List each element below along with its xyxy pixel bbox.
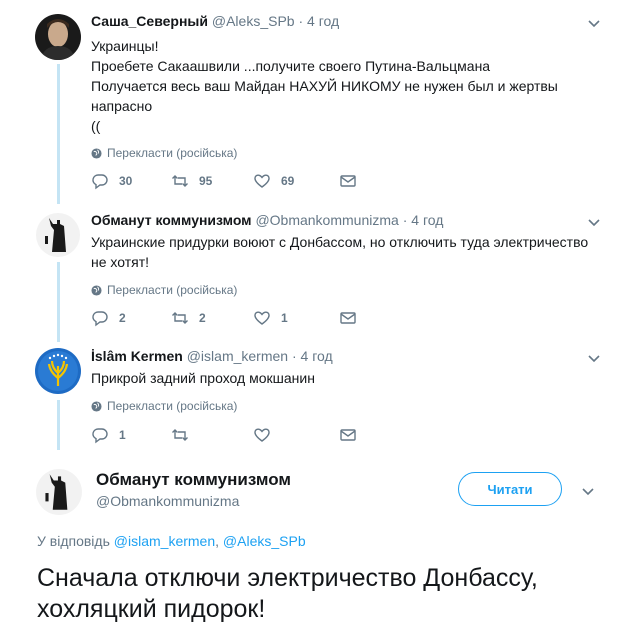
translate-link[interactable]: Перекласти (російська) (91, 146, 599, 160)
reply-button[interactable]: 1 (91, 426, 171, 444)
display-name[interactable]: Саша_Северный (91, 13, 208, 29)
reply-icon (92, 311, 108, 327)
reply-separator: , (215, 533, 220, 549)
retweet-count: 2 (199, 311, 206, 325)
tweet-text: Украинцы! Проебете Сакаашвили ...получит… (91, 36, 599, 136)
dm-button[interactable] (339, 426, 357, 444)
tweet-actions: 30 95 69 (91, 171, 357, 191)
tweet-line: Украинские придурки воюют с Донбассом, н… (91, 234, 589, 250)
dm-icon (340, 175, 356, 187)
dm-icon (340, 312, 356, 324)
tweet-line: не хотят! (91, 254, 150, 270)
like-button[interactable] (253, 426, 339, 444)
dm-button[interactable] (339, 172, 357, 190)
reply-prefix: У відповідь (37, 533, 110, 549)
tweet-line: Проебете Сакаашвили ...получите своего П… (91, 58, 491, 74)
reply-count: 30 (119, 174, 133, 188)
timestamp[interactable]: 4 год (411, 212, 443, 228)
reply-button[interactable]: 30 (91, 172, 171, 190)
translate-link[interactable]: Перекласти (російська) (91, 283, 599, 297)
tweet-text: Украинские придурки воюют с Донбассом, н… (91, 232, 599, 272)
chevron-down-icon[interactable] (581, 484, 595, 498)
like-icon (254, 428, 270, 442)
reply-icon (92, 174, 108, 190)
chevron-down-icon[interactable] (587, 351, 601, 365)
like-icon (254, 174, 270, 188)
translate-label: Перекласти (російська) (107, 399, 238, 413)
tweet-line: хохляцкий пидорок! (37, 595, 266, 623)
separator-dot: · (291, 348, 297, 364)
globe-icon (91, 284, 102, 296)
tweet-text: Прикрой задний проход мокшанин (91, 368, 599, 388)
tweet-line: напрасно (91, 98, 153, 114)
like-button[interactable]: 69 (253, 172, 339, 190)
chevron-down-icon[interactable] (587, 16, 601, 30)
user-handle[interactable]: @islam_kermen (187, 348, 288, 364)
tweet-actions: 1 (91, 425, 357, 445)
retweet-button[interactable]: 95 (171, 172, 253, 190)
retweet-icon (172, 429, 188, 441)
retweet-icon (172, 175, 188, 187)
display-name[interactable]: Обманут коммунизмом (96, 470, 291, 490)
globe-icon (91, 147, 102, 159)
retweet-count: 95 (199, 174, 213, 188)
tweet-header: Саша_Северный @Aleks_SPb · 4 год (91, 12, 599, 30)
display-name[interactable]: İslâm Kermen (91, 348, 183, 364)
retweet-button[interactable] (171, 426, 253, 444)
dm-icon (340, 429, 356, 441)
reply-context: У відповідь @islam_kermen, @Aleks_SPb (37, 533, 306, 549)
separator-dot: · (298, 13, 304, 29)
timestamp[interactable]: 4 год (307, 13, 339, 29)
follow-button[interactable]: Читати (458, 472, 562, 506)
tweet-line: Украинцы! (91, 38, 159, 54)
thread-line (57, 400, 60, 450)
like-count: 1 (281, 311, 288, 325)
avatar[interactable] (35, 14, 81, 60)
mention-link[interactable]: @Aleks_SPb (223, 533, 306, 549)
reply-count: 1 (119, 428, 126, 442)
user-handle[interactable]: @Obmankommunizma (96, 493, 239, 509)
dm-button[interactable] (339, 309, 357, 327)
tweet-line: Сначала отключи электричество Донбассу, (37, 564, 538, 592)
translate-label: Перекласти (російська) (107, 146, 238, 160)
display-name[interactable]: Обманут коммунизмом (91, 212, 252, 228)
tweet-header: İslâm Kermen @islam_kermen · 4 год (91, 347, 599, 365)
thread-line (57, 64, 60, 204)
reply-icon (92, 428, 108, 444)
retweet-icon (172, 312, 188, 324)
like-button[interactable]: 1 (253, 309, 339, 327)
like-icon (254, 311, 270, 325)
tweet-actions: 2 2 1 (91, 308, 357, 328)
retweet-button[interactable]: 2 (171, 309, 253, 327)
tweet-line: Получается весь ваш Майдан НАХУЙ НИКОМУ … (91, 78, 558, 94)
avatar[interactable] (35, 468, 83, 516)
reply-button[interactable]: 2 (91, 309, 171, 327)
like-count: 69 (281, 174, 295, 188)
tweet-line: (( (91, 118, 101, 134)
tweet-line: Прикрой задний проход мокшанин (91, 370, 315, 386)
separator-dot: · (402, 212, 408, 228)
thread-line (57, 262, 60, 342)
chevron-down-icon[interactable] (587, 215, 601, 229)
user-handle[interactable]: @Obmankommunizma (255, 212, 398, 228)
user-handle[interactable]: @Aleks_SPb (212, 13, 295, 29)
reply-count: 2 (119, 311, 126, 325)
tweet-text: Сначала отключи электричество Донбассу, … (37, 563, 607, 625)
translate-label: Перекласти (російська) (107, 283, 238, 297)
avatar[interactable] (35, 348, 81, 394)
tweet-header: Обманут коммунизмом @Obmankommunizma · 4… (91, 211, 599, 229)
globe-icon (91, 400, 102, 412)
timestamp[interactable]: 4 год (301, 348, 333, 364)
translate-link[interactable]: Перекласти (російська) (91, 399, 599, 413)
avatar[interactable] (35, 212, 81, 258)
mention-link[interactable]: @islam_kermen (114, 533, 215, 549)
